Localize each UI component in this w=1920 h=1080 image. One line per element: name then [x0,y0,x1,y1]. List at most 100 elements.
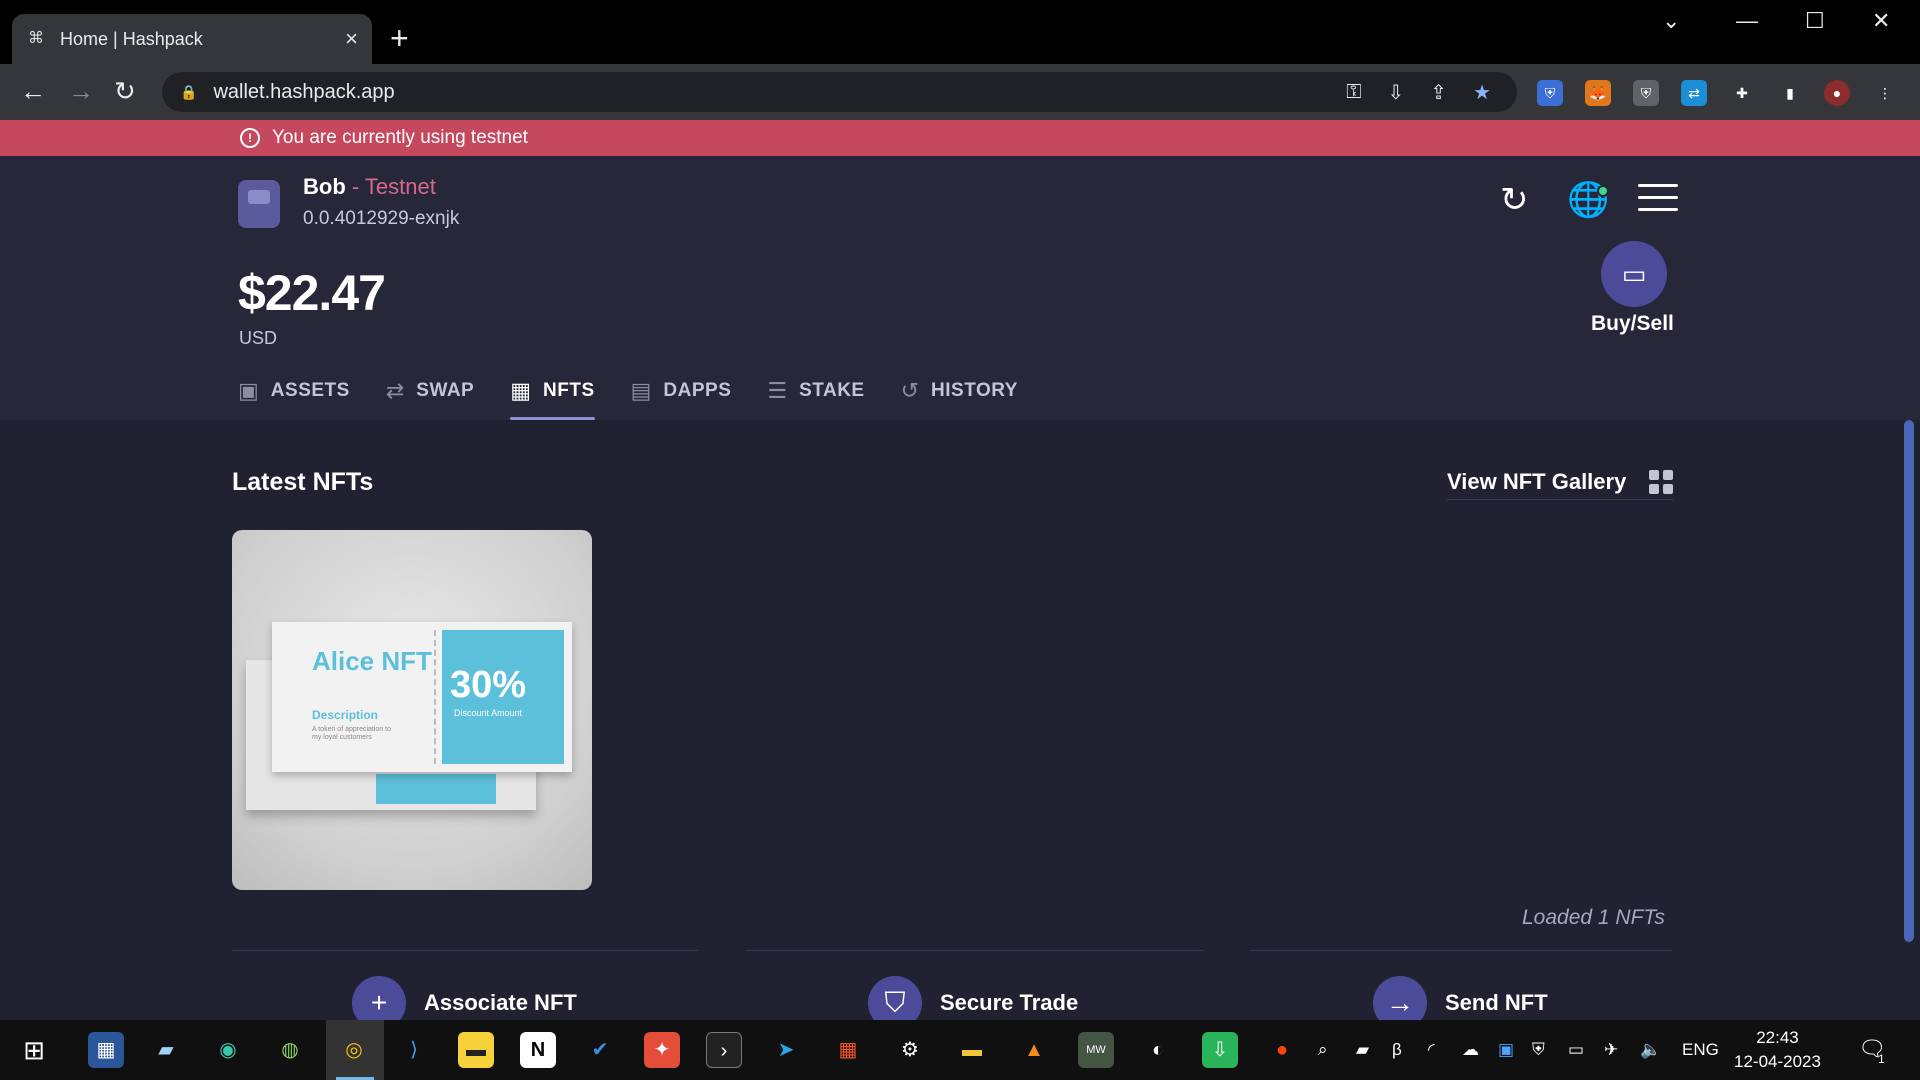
ticket-image: Alice NFT Description A token of appreci… [272,622,572,772]
git-app-icon[interactable]: ✦ [644,1032,680,1068]
account-name: Bob [303,174,346,199]
nft-card[interactable]: Alice NFT Description A token of appreci… [232,530,592,890]
ticket-subtext: A token of appreciation to my loyal cust… [312,726,391,741]
sticky-notes-icon[interactable]: ▬ [458,1032,494,1068]
ticket-title: Alice NFT [312,646,432,676]
game-app-icon[interactable]: MW [1078,1032,1114,1068]
info-icon: ! [240,128,260,148]
profile-avatar-icon[interactable]: ● [1824,80,1850,106]
security-shield-icon[interactable]: ⛨ [1532,1040,1545,1060]
wallet-icon: ▣ [238,378,259,403]
reddit-icon[interactable]: ● [1264,1032,1300,1068]
tab-nfts[interactable]: ▦ NFTS [510,374,596,420]
address-bar[interactable]: 🔒 wallet.hashpack.app ⚿ ⇩ ⇪ ★ [162,72,1517,112]
windows-start-icon[interactable]: ⊞ [16,1032,52,1068]
coins-icon: ☰ [767,378,788,403]
share-icon[interactable]: ⇪ [1430,80,1447,105]
windows-taskbar: ⊞ ▦ ▰ ◉ ◍ ◎ ⟩ ▬ N ✔ ✦ › ➤ ▦ ⚙ ▬ ▲ MW ◐ ⇩… [0,1020,1920,1080]
metamask-extension-icon[interactable]: 🦊 [1585,80,1611,106]
tray-app-icon[interactable]: ▰ [1356,1040,1369,1060]
vlc-icon[interactable]: ▲ [1016,1032,1052,1068]
history-icon: ↺ [900,378,920,403]
close-window-button[interactable]: ✕ [1872,8,1890,34]
account-id[interactable]: 0.0.4012929-exnjk [303,208,459,230]
page-scrollbar[interactable] [1904,420,1914,942]
todo-check-icon[interactable]: ✔ [582,1032,618,1068]
tray-behance-icon[interactable]: β [1392,1040,1402,1060]
account-name-line[interactable]: Bob - Testnet [303,174,436,200]
balance-amount: $22.47 [238,265,386,321]
tray-network-icon[interactable]: ◜ [1428,1040,1435,1060]
browser-toolbar: ← → ↻ 🔒 wallet.hashpack.app ⚿ ⇩ ⇪ ★ ⛨ 🦊 … [0,64,1920,120]
install-app-icon[interactable]: ⇩ [1388,80,1405,105]
maximize-button[interactable]: ☐ [1805,8,1825,34]
airplane-mode-icon[interactable]: ✈ [1604,1040,1618,1060]
send-nft-label: Send NFT [1445,990,1548,1015]
refresh-icon[interactable]: ↻ [1500,182,1529,218]
tab-stake[interactable]: ☰ STAKE [767,374,864,420]
send-app-icon[interactable]: ➤ [768,1032,804,1068]
account-avatar[interactable] [238,180,280,228]
bookmark-star-icon[interactable]: ★ [1473,80,1491,105]
notion-icon[interactable]: N [520,1032,556,1068]
close-tab-icon[interactable]: × [345,26,358,52]
browser-titlebar: ⌘ Home | Hashpack × + ⌄ — ☐ ✕ [0,0,1920,64]
tab-assets[interactable]: ▣ ASSETS [238,374,350,420]
settings-gear-icon[interactable]: ⚙ [892,1032,928,1068]
app-green-icon[interactable]: ◍ [272,1032,308,1068]
extensions-puzzle-icon[interactable]: ✚ [1729,80,1755,106]
tab-swap[interactable]: ⇄ SWAP [386,374,474,420]
privacy-extension-icon[interactable]: ⛨ [1633,80,1659,106]
edge-browser-icon[interactable]: ◉ [210,1032,246,1068]
github-icon[interactable]: ◐ [1140,1032,1176,1068]
volume-icon[interactable]: 🔈 [1640,1040,1661,1060]
key-icon[interactable]: ⚿ [1346,81,1361,104]
vscode-icon[interactable]: ⟩ [396,1032,432,1068]
grid-icon: ▦ [510,378,532,403]
lock-icon[interactable]: 🔒 [180,84,197,101]
buy-sell-label[interactable]: Buy/Sell [1591,312,1674,336]
tray-display-icon[interactable]: ▣ [1498,1040,1514,1060]
buy-sell-button[interactable]: ▭ [1601,241,1667,307]
back-button[interactable]: ← [20,76,46,106]
reload-button[interactable]: ↻ [114,76,136,106]
clock-time: 22:43 [1756,1028,1799,1047]
chrome-menu-icon[interactable]: ⋮ [1872,80,1898,106]
loaded-count-text: Loaded 1 NFTs [1522,906,1665,929]
divider [1250,950,1672,951]
translate-extension-icon[interactable]: ⇄ [1681,80,1707,106]
network-status-dot [1597,185,1609,197]
notification-count: 1 [1878,1052,1885,1066]
battery-icon[interactable]: ▭ [1568,1040,1584,1060]
browser-icon: ▤ [630,378,652,403]
shield-extension-icon[interactable]: ⛨ [1537,80,1563,106]
hamburger-menu-icon[interactable] [1638,184,1678,220]
associate-nft-label: Associate NFT [424,990,577,1015]
minimize-button[interactable]: — [1736,8,1758,34]
notes-app-icon[interactable]: ▰ [148,1032,184,1068]
testnet-banner: ! You are currently using testnet [0,120,1920,156]
swap-arrows-icon: ⇄ [385,378,405,403]
chrome-icon[interactable]: ◎ [336,1032,372,1068]
microsoft-store-icon[interactable]: ▦ [830,1032,866,1068]
network-label: - Testnet [345,174,436,199]
wallet-header: Bob - Testnet 0.0.4012929-exnjk $22.47 U… [0,156,1920,420]
taskbar-clock[interactable]: 22:43 12-04-2023 [1734,1026,1821,1074]
terminal-icon[interactable]: › [706,1032,742,1068]
browser-tab[interactable]: ⌘ Home | Hashpack × [12,14,372,64]
side-panel-icon[interactable]: ▮ [1777,80,1803,106]
forward-button[interactable]: → [68,76,94,106]
url-text[interactable]: wallet.hashpack.app [213,81,1346,104]
tray-search-icon[interactable]: ⌕ [1318,1040,1328,1060]
view-nft-gallery-link[interactable]: View NFT Gallery [1447,464,1673,500]
tab-search-icon[interactable]: ⌄ [1662,8,1680,34]
view-nft-gallery-label: View NFT Gallery [1447,468,1627,494]
calculator-icon[interactable]: ▦ [88,1032,124,1068]
onedrive-cloud-icon[interactable]: ☁ [1462,1040,1479,1060]
new-tab-button[interactable]: + [390,20,409,56]
tab-history[interactable]: ↺ HISTORY [901,374,1018,420]
tab-dapps[interactable]: ▤ DAPPS [631,374,732,420]
download-app-icon[interactable]: ⇩ [1202,1032,1238,1068]
language-indicator[interactable]: ENG [1682,1040,1719,1060]
file-explorer-icon[interactable]: ▬ [954,1032,990,1068]
